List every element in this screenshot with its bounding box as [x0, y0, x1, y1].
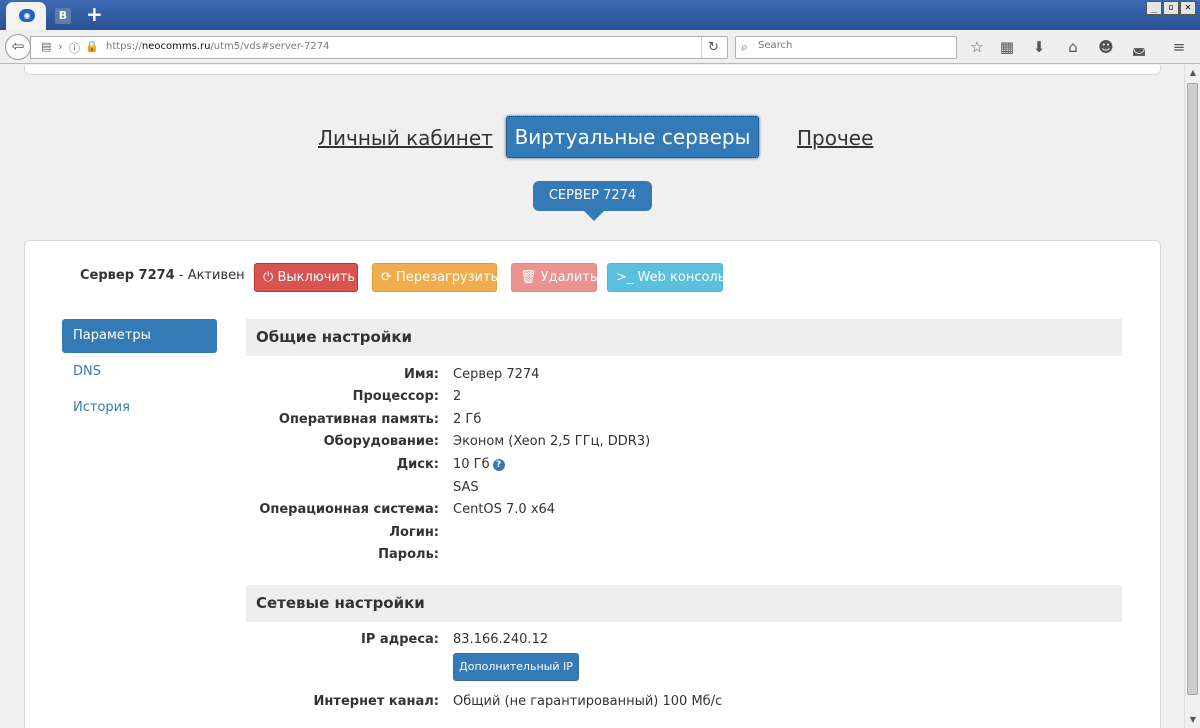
nav-cabinet-link[interactable]: Личный кабинет [318, 126, 493, 150]
reload-icon[interactable]: ↻ [701, 37, 725, 58]
param-label: Процессор: [352, 389, 439, 404]
chevron-icon: › [58, 40, 63, 53]
param-value: CentOS 7.0 x64 [453, 502, 556, 517]
param-row-hardware: Оборудование: Эконом (Xeon 2,5 ГГц, DDR3) [246, 434, 1122, 456]
tab-vk[interactable]: B [50, 2, 78, 30]
disk-size: 10 Гб [453, 457, 490, 472]
param-row-password: Пароль: [246, 547, 1122, 569]
url-text[interactable]: https://neocomms.ru/utm5/vds#server-7274 [106, 41, 329, 52]
param-label: Оборудование: [323, 434, 439, 449]
reboot-label: Перезагрузить [396, 270, 499, 285]
param-row-os: Операционная система: CentOS 7.0 x64 [246, 502, 1122, 524]
web-console-label: Web консоль [637, 270, 726, 285]
param-label: Пароль: [378, 547, 439, 562]
page-content: Личный кабинет Виртуальные серверы Проче… [0, 65, 1184, 728]
star-icon[interactable]: ☆ [966, 36, 988, 58]
nav-other-link[interactable]: Прочее [797, 126, 873, 150]
pocket-icon[interactable]: ◛ [1128, 36, 1150, 58]
side-nav: Параметры DNS История [62, 319, 217, 427]
param-label: Оперативная память: [278, 412, 439, 427]
server-selector-pill[interactable]: СЕРВЕР 7274 [533, 181, 652, 211]
reading-list-icon[interactable]: ▦ [996, 36, 1018, 58]
param-label: Операционная система: [259, 502, 439, 517]
server-status: - Активен [174, 268, 245, 283]
main-nav: Личный кабинет Виртуальные серверы Проче… [0, 116, 1184, 158]
sidebar-item-params[interactable]: Параметры [62, 319, 217, 353]
lock-icon[interactable]: 🔒 [85, 40, 99, 53]
minimize-button[interactable]: _ [1146, 1, 1162, 15]
url-bar[interactable]: ▤ › ⓘ 🔒 https://neocomms.ru/utm5/vds#ser… [30, 36, 728, 59]
tab-groups-icon[interactable]: ▤ [41, 40, 51, 53]
browser-titlebar: ◉ B + _ ▫ ✕ [0, 0, 1200, 30]
sidebar-item-dns[interactable]: DNS [62, 355, 217, 389]
menu-icon[interactable]: ≡ [1168, 36, 1190, 58]
power-off-label: Выключить [277, 270, 356, 285]
server-card: Сервер 7274 - Активен ⏻ Выключить ⟳ Пере… [24, 240, 1161, 728]
param-row-cpu: Процессор: 2 [246, 389, 1122, 411]
browser-toolbar: ▤ › ⓘ 🔒 https://neocomms.ru/utm5/vds#ser… [0, 30, 1200, 64]
window-controls: _ ▫ ✕ [1146, 1, 1196, 15]
ip-value: 83.166.240.12 [453, 632, 549, 647]
delete-label: Удалить [540, 270, 598, 285]
param-label: Имя: [403, 367, 439, 382]
delete-button[interactable]: 🗑 Удалить [511, 263, 598, 292]
site-favicon-icon: ◉ [19, 9, 35, 22]
url-path: /utm5/vds#server-7274 [210, 41, 330, 52]
sidebar-item-history[interactable]: История [62, 391, 217, 425]
search-icon: ⌕ [741, 40, 748, 54]
param-value: Сервер 7274 [453, 367, 540, 382]
url-host: neocomms.ru [141, 41, 211, 52]
vk-favicon-icon: B [55, 8, 71, 24]
power-icon: ⏻ [263, 270, 274, 285]
top-card-edge [24, 65, 1161, 75]
url-prefix: https:// [106, 41, 142, 52]
param-label: Логин: [389, 525, 439, 540]
param-value: 2 Гб [453, 412, 482, 427]
trash-icon: 🗑 [520, 270, 537, 285]
help-icon[interactable]: ? [492, 459, 505, 471]
param-label: Интернет канал: [313, 694, 439, 709]
param-row-disk: Диск: 10 Гб? [246, 457, 1122, 479]
param-value: SAS [453, 480, 479, 495]
scroll-up-icon[interactable]: ▲ [1185, 65, 1200, 81]
close-button[interactable]: ✕ [1180, 1, 1196, 15]
param-value: 2 [453, 389, 462, 404]
param-row-login: Логин: [246, 525, 1122, 547]
maximize-button[interactable]: ▫ [1163, 1, 1179, 15]
param-value: 10 Гб? [453, 457, 505, 472]
back-button[interactable]: ⇦ [5, 34, 31, 60]
server-name: Сервер 7274 [80, 268, 175, 283]
general-settings-heading: Общие настройки [246, 319, 1122, 356]
server-title: Сервер 7274 - Активен [80, 268, 245, 283]
extra-ip-button[interactable]: Дополнительный IP [453, 653, 579, 681]
network-settings-heading: Сетевые настройки [246, 585, 1122, 622]
scroll-down-icon[interactable]: ▼ [1185, 712, 1200, 728]
home-icon[interactable]: ⌂ [1062, 36, 1084, 58]
smiley-icon[interactable]: ☻ [1095, 36, 1117, 58]
nav-servers-tab[interactable]: Виртуальные серверы [506, 116, 759, 158]
param-row-disk-type: SAS [246, 480, 1122, 502]
reboot-button[interactable]: ⟳ Перезагрузить [372, 263, 499, 292]
param-label: Диск: [396, 457, 439, 472]
terminal-icon: >_ [616, 270, 634, 285]
download-icon[interactable]: ⬇ [1028, 36, 1050, 58]
param-row-name: Имя: Сервер 7274 [246, 367, 1122, 389]
scrollbar-thumb[interactable] [1187, 83, 1198, 695]
new-tab-button[interactable]: + [86, 3, 103, 25]
param-row-ip: IP адреса: 83.166.240.12 [246, 632, 1122, 654]
refresh-icon: ⟳ [381, 270, 392, 285]
search-bar[interactable]: ⌕ [735, 36, 957, 59]
param-label: IP адреса: [361, 632, 439, 647]
page-scrollbar[interactable]: ▲ ▼ [1184, 65, 1200, 728]
power-off-button[interactable]: ⏻ Выключить [254, 263, 358, 292]
param-value: Общий (не гарантированный) 100 Мб/с [453, 694, 723, 709]
tab-active[interactable]: ◉ [6, 2, 46, 30]
param-row-ram: Оперативная память: 2 Гб [246, 412, 1122, 434]
info-icon[interactable]: ⓘ [69, 40, 80, 56]
param-value: Эконом (Xeon 2,5 ГГц, DDR3) [453, 434, 651, 449]
search-input[interactable] [758, 40, 948, 51]
param-row-channel: Интернет канал: Общий (не гарантированный… [246, 694, 1122, 716]
web-console-button[interactable]: >_ Web консоль [607, 263, 726, 292]
pill-caret [584, 211, 604, 221]
